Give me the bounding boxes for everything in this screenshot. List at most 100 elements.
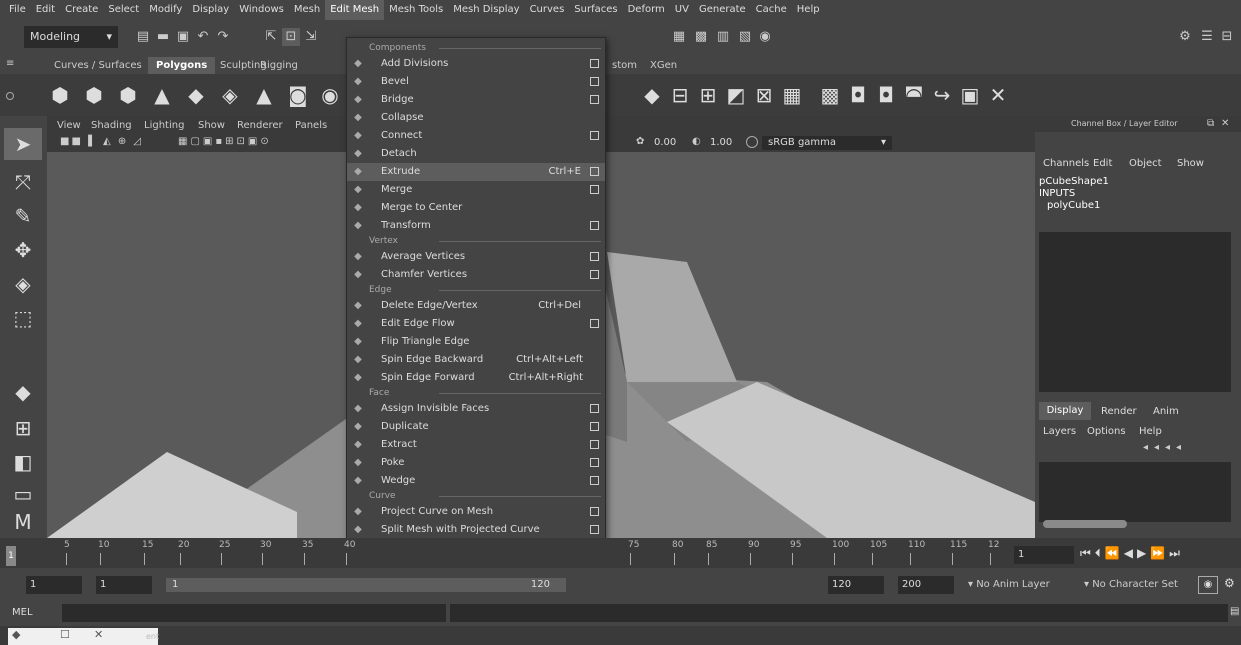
render-icon[interactable]: ▦ — [670, 28, 688, 46]
timeline-playhead[interactable]: 1 — [6, 546, 16, 566]
menu-help[interactable]: Help — [792, 0, 825, 20]
single-view-icon[interactable]: ◆ — [4, 376, 42, 408]
sew-uv-shelf-icon[interactable]: ✕ — [986, 83, 1010, 107]
bridge-shelf-icon[interactable]: ⊟ — [668, 83, 692, 107]
close-panel-icon[interactable]: ✕ — [1221, 118, 1229, 129]
menu-item-extrude[interactable]: ◆ Extrude Ctrl+E — [347, 163, 605, 181]
menu-item-collapse[interactable]: ◆ Collapse — [347, 109, 605, 127]
hypershade-icon[interactable]: ◉ — [756, 28, 774, 46]
option-box-icon[interactable] — [590, 95, 599, 104]
menu-item-spin-edge-forward[interactable]: ◆ Spin Edge Forward Ctrl+Alt+Right — [347, 369, 605, 387]
poly-pyramid-icon[interactable]: ▲ — [252, 83, 276, 107]
select-object-icon[interactable]: ⊡ — [282, 28, 300, 46]
menu-item-transform[interactable]: ◆ Transform — [347, 217, 605, 235]
menu-select[interactable]: Select — [103, 0, 144, 20]
menu-item-extract[interactable]: ◆ Extract — [347, 436, 605, 454]
undo-icon[interactable]: ↶ — [194, 28, 212, 46]
menu-item-flip-triangle-edge[interactable]: ◆ Flip Triangle Edge — [347, 333, 605, 351]
menu-item-bridge[interactable]: ◆ Bridge — [347, 91, 605, 109]
select-hierarchy-icon[interactable]: ⇱ — [262, 28, 280, 46]
option-box-icon[interactable] — [590, 185, 599, 194]
mirror-shelf-icon[interactable]: ◚ — [902, 83, 926, 107]
reduce-shelf-icon[interactable]: ◘ — [846, 83, 870, 107]
poly-cube-icon[interactable]: ⬢ — [82, 83, 106, 107]
redo-icon[interactable]: ↷ — [214, 28, 232, 46]
poly-cone-icon[interactable]: ▲ — [150, 83, 174, 107]
menu-item-split-mesh-with-projected-curve[interactable]: ◆ Split Mesh with Projected Curve — [347, 521, 605, 539]
option-box-icon[interactable] — [590, 507, 599, 516]
option-box-icon[interactable] — [590, 270, 599, 279]
char-set-dropdown[interactable]: ▾ No Character Set — [1084, 579, 1178, 590]
poly-soccer-icon[interactable]: ◉ — [318, 83, 342, 107]
option-box-icon[interactable] — [590, 77, 599, 86]
channels-menu-show[interactable]: Show — [1177, 158, 1204, 169]
rotate-tool-icon[interactable]: ◈ — [4, 268, 42, 300]
layers-menu-layers[interactable]: Layers — [1043, 426, 1076, 437]
input-node-label[interactable]: polyCube1 — [1047, 200, 1100, 211]
playback-controls-icons[interactable]: ⏮⏴⏪◀▶⏩⏭ — [1080, 546, 1184, 561]
move-tool-icon[interactable]: ✥ — [4, 234, 42, 266]
option-box-icon[interactable] — [590, 167, 599, 176]
render-settings-icon[interactable]: ▧ — [736, 28, 754, 46]
option-box-icon[interactable] — [590, 59, 599, 68]
menu-windows[interactable]: Windows — [234, 0, 289, 20]
layer-scrollbar[interactable] — [1043, 520, 1127, 528]
lasso-tool-icon[interactable]: ⤧ — [4, 166, 42, 198]
menu-item-edit-edge-flow[interactable]: ◆ Edit Edge Flow — [347, 315, 605, 333]
option-box-icon[interactable] — [590, 252, 599, 261]
option-box-icon[interactable] — [590, 476, 599, 485]
close-icon[interactable]: ✕ — [94, 628, 103, 641]
playback-end-field[interactable]: 120 — [828, 576, 884, 594]
tab-custom[interactable]: stom — [604, 57, 645, 75]
open-scene-icon[interactable]: ▬ — [154, 28, 172, 46]
new-scene-icon[interactable]: ▤ — [134, 28, 152, 46]
menu-deform[interactable]: Deform — [623, 0, 670, 20]
menu-item-poke[interactable]: ◆ Poke — [347, 454, 605, 472]
menu-file[interactable]: File — [4, 0, 31, 20]
menu-edit[interactable]: Edit — [31, 0, 60, 20]
layer-tab-display[interactable]: Display — [1039, 402, 1091, 420]
tab-curves-surfaces[interactable]: Curves / Surfaces — [46, 57, 150, 75]
four-view-icon[interactable]: ⊞ — [4, 412, 42, 444]
menu-display[interactable]: Display — [187, 0, 234, 20]
channels-menu-channels[interactable]: Channels — [1043, 158, 1089, 169]
colorspace-icon[interactable] — [746, 136, 758, 148]
channels-menu-edit[interactable]: Edit — [1093, 158, 1112, 169]
poly-plane-icon[interactable]: ◈ — [218, 83, 242, 107]
option-box-icon[interactable] — [590, 404, 599, 413]
maximize-icon[interactable]: ☐ — [60, 628, 70, 641]
menu-cache[interactable]: Cache — [751, 0, 792, 20]
menu-item-bevel[interactable]: ◆ Bevel — [347, 73, 605, 91]
uv-editor-shelf-icon[interactable]: ▣ — [958, 83, 982, 107]
viewport-menu-renderer[interactable]: Renderer — [237, 120, 283, 131]
shape-node-label[interactable]: pCubeShape1 — [1039, 176, 1109, 187]
option-box-icon[interactable] — [590, 131, 599, 140]
menu-item-wedge[interactable]: ◆ Wedge — [347, 472, 605, 490]
viewport-menu-view[interactable]: View — [57, 120, 81, 131]
poly-torus-icon[interactable]: ◆ — [184, 83, 208, 107]
menu-item-assign-invisible-faces[interactable]: ◆ Assign Invisible Faces — [347, 400, 605, 418]
tab-rigging[interactable]: Rigging — [252, 57, 306, 75]
menu-item-merge-to-center[interactable]: ◆ Merge to Center — [347, 199, 605, 217]
script-language-label[interactable]: MEL — [12, 607, 33, 618]
menu-item-delete-edge-vertex[interactable]: ◆ Delete Edge/Vertex Ctrl+Del — [347, 297, 605, 315]
poly-pipe-icon[interactable]: ◙ — [286, 83, 310, 107]
boolean-shelf-icon[interactable]: ◘ — [874, 83, 898, 107]
layers-menu-help[interactable]: Help — [1139, 426, 1162, 437]
menu-item-connect[interactable]: ◆ Connect — [347, 127, 605, 145]
command-input[interactable] — [62, 604, 446, 622]
menu-mesh-tools[interactable]: Mesh Tools — [384, 0, 448, 20]
viewport-menu-panels[interactable]: Panels — [295, 120, 327, 131]
channels-menu-object[interactable]: Object — [1129, 158, 1162, 169]
tool-settings-icon[interactable]: ⊟ — [1218, 28, 1236, 46]
ipr-icon[interactable]: ▥ — [714, 28, 732, 46]
option-box-icon[interactable] — [590, 319, 599, 328]
shelf-menu-icon[interactable]: ≡ — [6, 59, 16, 69]
menu-mesh-display[interactable]: Mesh Display — [448, 0, 524, 20]
workspace-dropdown[interactable]: Modeling ▾ — [24, 26, 118, 48]
menu-curves[interactable]: Curves — [525, 0, 570, 20]
menu-item-average-vertices[interactable]: ◆ Average Vertices — [347, 248, 605, 266]
tab-xgen[interactable]: XGen — [642, 57, 685, 75]
smooth-shelf-icon[interactable]: ▩ — [818, 83, 842, 107]
start-frame-field[interactable]: 1 — [26, 576, 82, 594]
